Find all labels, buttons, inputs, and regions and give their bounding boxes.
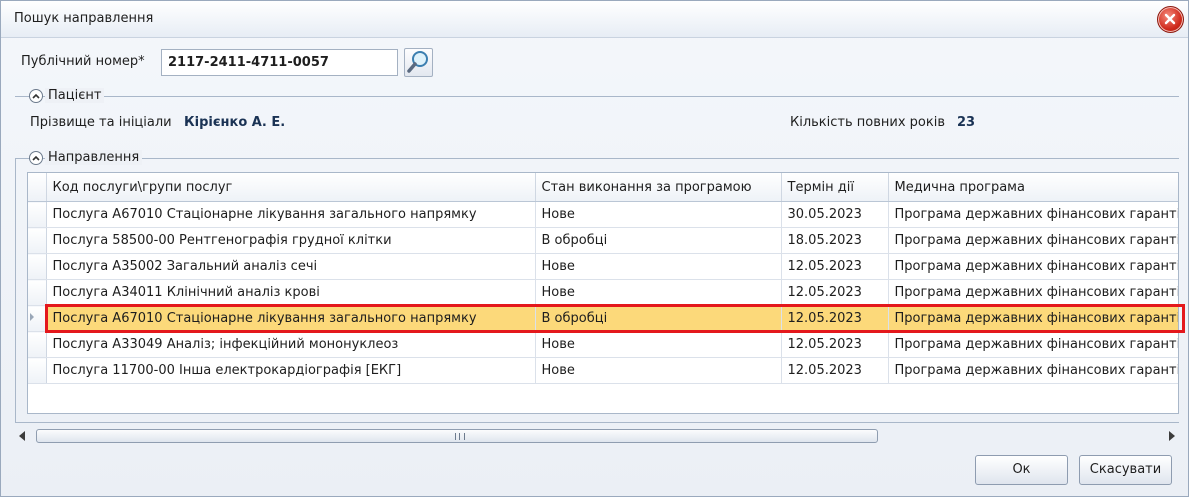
cell-status: Нове: [535, 357, 782, 384]
cell-validity: 12.05.2023: [781, 279, 889, 306]
table-row-selected[interactable]: Послуга А67010 Стаціонарне лікування заг…: [28, 305, 1178, 332]
search-button[interactable]: [404, 48, 433, 77]
row-indicator: [28, 201, 47, 228]
cell-validity: 30.05.2023: [781, 201, 889, 228]
table-row[interactable]: Послуга 58500-00 Рентгенографія грудної …: [28, 227, 1178, 254]
row-indicator: [28, 357, 47, 384]
referrals-group-left-border: [15, 158, 16, 423]
cell-status: Нове: [535, 331, 782, 358]
cancel-button[interactable]: Скасувати: [1079, 455, 1172, 485]
cell-service: Послуга А35002 Загальний аналіз сечі: [46, 253, 536, 280]
ok-button[interactable]: Ок: [975, 455, 1068, 485]
cell-service: Послуга 11700-00 Інша електрокардіографі…: [46, 357, 536, 384]
cell-service: Послуга А33049 Аналіз; інфекційний монон…: [46, 331, 536, 358]
close-icon: [1164, 13, 1176, 25]
current-row-arrow-icon: [30, 313, 34, 321]
cell-program: Програма державних фінансових гарантій: [888, 227, 1178, 254]
cell-validity: 12.05.2023: [781, 357, 889, 384]
scrollbar-thumb[interactable]: [36, 429, 878, 443]
patient-age-label: Кількість повних років: [790, 115, 946, 130]
table-row[interactable]: Послуга А67010 Стаціонарне лікування заг…: [28, 201, 1178, 228]
cell-service: Послуга 58500-00 Рентгенографія грудної …: [46, 227, 536, 254]
table-row[interactable]: Послуга А34011 Клінічний аналіз крові Но…: [28, 279, 1178, 306]
patient-group-title: Пацієнт: [45, 88, 105, 103]
table-row[interactable]: Послуга А35002 Загальний аналіз сечі Нов…: [28, 253, 1178, 280]
cell-status: Нове: [535, 253, 782, 280]
row-indicator: [28, 253, 47, 280]
close-button[interactable]: [1157, 6, 1184, 33]
cell-program: Програма державних фінансових гарантій: [888, 253, 1178, 280]
scroll-left-arrow-icon[interactable]: [19, 431, 25, 441]
scroll-right-arrow-icon[interactable]: [1169, 431, 1175, 441]
patient-name-label: Прізвище та ініціали: [30, 115, 172, 130]
patient-collapse-button[interactable]: [29, 89, 43, 103]
cell-program: Програма державних фінансових гарантій: [888, 357, 1178, 384]
table-header-row: Код послуги\групи послуг Стан виконання …: [28, 173, 1178, 202]
cell-validity: 12.05.2023: [781, 331, 889, 358]
grip-icon: [455, 433, 465, 440]
table-row[interactable]: Послуга 11700-00 Інша електрокардіографі…: [28, 357, 1178, 384]
referrals-group-bottom-border: [15, 422, 1179, 423]
cell-status: В обробці: [535, 305, 782, 332]
row-indicator: [28, 279, 47, 306]
column-header-execution-status[interactable]: Стан виконання за програмою: [535, 173, 782, 202]
cell-validity: 12.05.2023: [781, 253, 889, 280]
dialog-window: Пошук направлення Публічний номер* Паціє…: [0, 0, 1189, 497]
cell-program: Програма державних фінансових гарантій: [888, 279, 1178, 306]
referrals-collapse-button[interactable]: [29, 151, 43, 165]
public-number-label: Публічний номер*: [21, 54, 145, 69]
cell-status: Нове: [535, 279, 782, 306]
cell-service: Послуга А67010 Стаціонарне лікування заг…: [46, 305, 536, 332]
chevron-up-icon: [32, 155, 40, 161]
cell-service: Послуга А34011 Клінічний аналіз крові: [46, 279, 536, 306]
row-indicator: [28, 227, 47, 254]
referrals-group-title: Направлення: [45, 150, 143, 165]
window-title: Пошук направлення: [14, 11, 154, 26]
column-header-validity[interactable]: Термін дії: [781, 173, 889, 202]
referrals-group-border: [15, 158, 1179, 159]
table-row[interactable]: Послуга А33049 Аналіз; інфекційний монон…: [28, 331, 1178, 358]
cell-service: Послуга А67010 Стаціонарне лікування заг…: [46, 201, 536, 228]
column-header-service-code[interactable]: Код послуги\групи послуг: [46, 173, 536, 202]
row-indicator-current: [28, 305, 47, 332]
cell-status: Нове: [535, 201, 782, 228]
patient-name-value: Кірієнко А. Е.: [184, 115, 286, 130]
public-number-input[interactable]: [161, 49, 398, 76]
magnifier-icon: [407, 51, 428, 73]
cell-validity: 18.05.2023: [781, 227, 889, 254]
column-header-medical-program[interactable]: Медична програма: [888, 173, 1178, 202]
cell-validity: 12.05.2023: [781, 305, 889, 332]
referrals-table: Код послуги\групи послуг Стан виконання …: [28, 173, 1178, 384]
referrals-grid: Код послуги\групи послуг Стан виконання …: [27, 172, 1179, 414]
cell-program: Програма державних фінансових гарантій: [888, 331, 1178, 358]
cell-status: В обробці: [535, 227, 782, 254]
patient-age-value: 23: [957, 115, 976, 130]
row-indicator: [28, 331, 47, 358]
row-indicator-header: [28, 173, 47, 202]
cell-program: Програма державних фінансових гарантій: [888, 201, 1178, 228]
chevron-up-icon: [32, 93, 40, 99]
horizontal-scrollbar[interactable]: [15, 428, 1179, 446]
title-bar: Пошук направлення: [1, 1, 1188, 38]
cell-program: Програма державних фінансових гарантій: [888, 305, 1178, 332]
patient-group-border: [15, 96, 1179, 97]
